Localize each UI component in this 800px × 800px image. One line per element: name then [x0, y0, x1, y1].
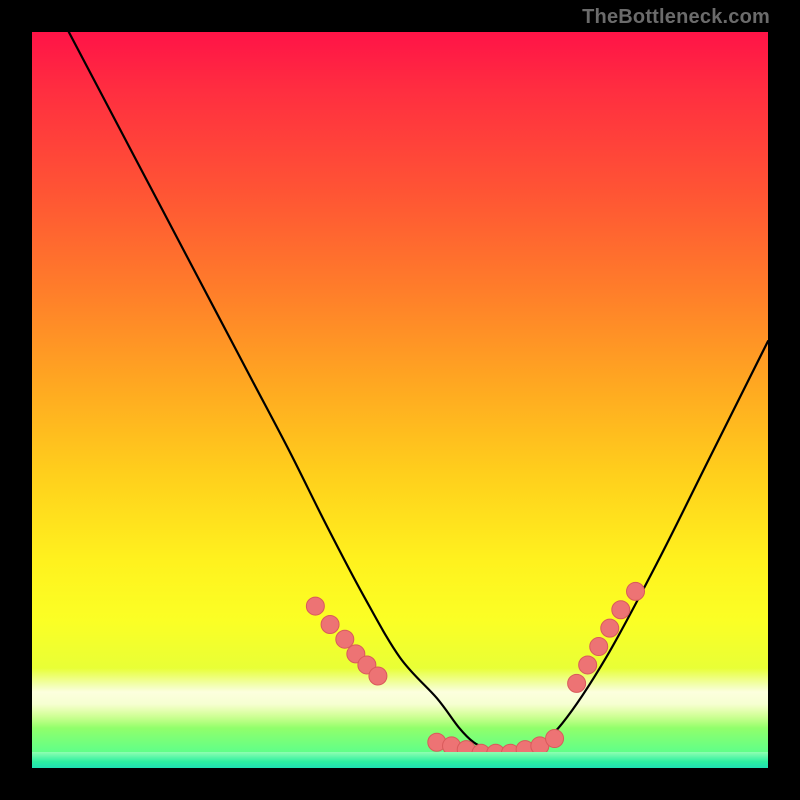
data-marker — [590, 638, 608, 656]
data-marker — [612, 601, 630, 619]
data-marker — [428, 733, 446, 751]
marker-group-left-shoulder — [306, 597, 387, 685]
data-marker — [321, 615, 339, 633]
data-marker — [568, 674, 586, 692]
data-marker — [457, 741, 475, 759]
data-marker — [601, 619, 619, 637]
data-marker — [516, 741, 534, 759]
data-marker — [336, 630, 354, 648]
data-marker — [358, 656, 376, 674]
data-marker — [347, 645, 365, 663]
data-marker — [443, 737, 461, 755]
watermark-text: TheBottleneck.com — [582, 6, 770, 29]
data-marker — [531, 737, 549, 755]
chart-stage: TheBottleneck.com — [0, 0, 800, 800]
data-marker — [501, 744, 519, 762]
data-marker — [627, 582, 645, 600]
data-marker — [487, 744, 505, 762]
data-marker — [306, 597, 324, 615]
marker-group-right-shoulder — [568, 582, 645, 692]
marker-group-valley-floor — [428, 730, 564, 763]
bottleneck-curve — [69, 32, 768, 754]
data-marker — [472, 744, 490, 762]
data-marker — [579, 656, 597, 674]
curve-layer — [32, 32, 768, 768]
data-marker — [369, 667, 387, 685]
plot-area — [32, 32, 768, 768]
data-marker — [546, 730, 564, 748]
